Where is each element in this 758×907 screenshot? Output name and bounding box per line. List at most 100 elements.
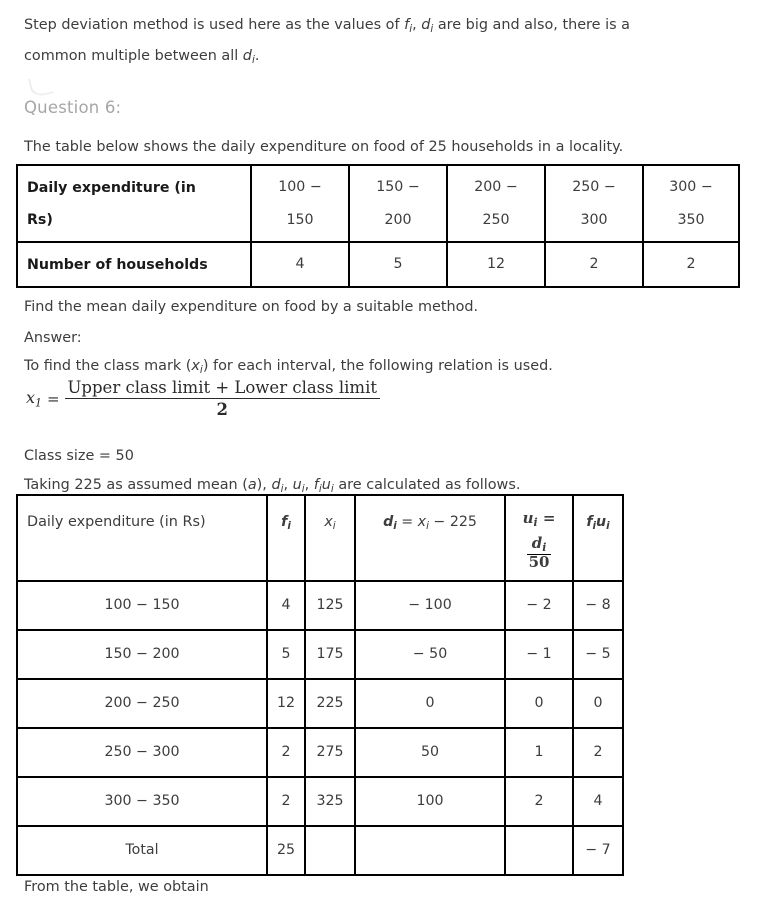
var-d-3: d xyxy=(271,477,281,493)
find-mean-instruction: Find the mean daily expenditure on food … xyxy=(24,299,479,315)
cell-households-0: 4 xyxy=(250,241,350,288)
cell-u: 1 xyxy=(504,727,574,778)
cell-u: − 1 xyxy=(504,629,574,680)
cell-interval: 300 − 350 xyxy=(16,776,268,827)
table-header-row: Daily expenditure (in Rs) fi xi di = xi … xyxy=(16,494,624,582)
header-interval: Daily expenditure (in Rs) xyxy=(16,494,268,582)
table-row: 300 − 350 2 325 100 2 4 xyxy=(16,776,624,827)
table-row: Number of households 4 5 12 2 2 xyxy=(16,241,740,288)
cell-interval-1: 150 − 200 xyxy=(348,164,448,243)
interval-3-lower: 300 xyxy=(580,211,608,228)
cell-f: 2 xyxy=(266,776,306,827)
cell-households-3: 2 xyxy=(544,241,644,288)
interval-4-lower: 350 xyxy=(677,211,705,228)
interval-3-upper: 250 − xyxy=(572,178,616,195)
interval-2-upper: 200 − xyxy=(474,178,518,195)
sep-2: , xyxy=(304,477,314,493)
formula-class-mark: x1 = Upper class limit + Lower class lim… xyxy=(26,378,380,420)
cell-x: 275 xyxy=(304,727,356,778)
header-u-expression: ui = di 50 xyxy=(522,509,556,571)
assumed-text-b: ), xyxy=(256,477,272,493)
header-u-denominator: 50 xyxy=(528,552,550,571)
class-mark-intro-b: ) for each interval, the following relat… xyxy=(202,358,553,374)
cell-f: 2 xyxy=(266,727,306,778)
cell-total-fu: − 7 xyxy=(572,825,624,876)
cell-fu: 4 xyxy=(572,776,624,827)
cell-interval-0: 100 − 150 xyxy=(250,164,350,243)
intro2-text-a: common multiple between all xyxy=(24,48,243,64)
interval-0-lower: 150 xyxy=(286,211,314,228)
interval-0-upper: 100 − xyxy=(278,178,322,195)
cell-total-f: 25 xyxy=(266,825,306,876)
table-daily-expenditure: Daily expenditure (in Rs) 100 − 150 150 −… xyxy=(16,164,740,288)
header-deviation: di = xi − 225 xyxy=(354,494,506,582)
cell-interval: 100 − 150 xyxy=(16,580,268,631)
table-row: 200 − 250 12 225 0 0 0 xyxy=(16,678,624,729)
cell-households-2: 12 xyxy=(446,241,546,288)
cell-households-1: 5 xyxy=(348,241,448,288)
footer-line: From the table, we obtain xyxy=(24,879,209,895)
cell-u: 0 xyxy=(504,678,574,729)
cell-f: 5 xyxy=(266,629,306,680)
cell-f: 4 xyxy=(266,580,306,631)
class-size-line: Class size = 50 xyxy=(24,448,134,464)
cell-u: − 2 xyxy=(504,580,574,631)
table-total-row: Total 25 − 7 xyxy=(16,825,624,876)
intro-text-c: are big and also, there is a xyxy=(433,17,630,33)
var-fu-u: u xyxy=(321,477,331,493)
cell-total-u xyxy=(504,825,574,876)
var-a: a xyxy=(247,477,257,493)
header-u-numerator: di xyxy=(526,535,552,555)
cell-interval: 150 − 200 xyxy=(16,629,268,680)
cell-d: 100 xyxy=(354,776,506,827)
formula-lhs: x1 xyxy=(26,388,42,410)
row-header-daily-expenditure: Daily expenditure (in Rs) xyxy=(16,164,252,243)
intro2-text-b: . xyxy=(254,48,260,64)
cell-x: 125 xyxy=(304,580,356,631)
cell-x: 225 xyxy=(304,678,356,729)
interval-1-upper: 150 − xyxy=(376,178,420,195)
cell-interval: 250 − 300 xyxy=(16,727,268,778)
header-class-mark: xi xyxy=(304,494,356,582)
intro-text-b: , xyxy=(412,17,422,33)
cell-interval-2: 200 − 250 xyxy=(446,164,546,243)
header-fu: fiui xyxy=(572,494,624,582)
cell-u: 2 xyxy=(504,776,574,827)
interval-4-upper: 300 − xyxy=(669,178,713,195)
cell-total-label: Total xyxy=(16,825,268,876)
intro-line-2: common multiple between all di. xyxy=(24,41,259,76)
var-x: x xyxy=(191,358,200,374)
cell-fu: − 8 xyxy=(572,580,624,631)
interval-1-lower: 200 xyxy=(384,211,412,228)
formula-denominator: 2 xyxy=(216,400,228,420)
class-mark-intro-a: To find the class mark ( xyxy=(24,358,192,374)
cell-fu: − 5 xyxy=(572,629,624,680)
decorative-stroke-icon xyxy=(27,73,55,99)
answer-label: Answer: xyxy=(24,330,82,346)
cell-total-x xyxy=(304,825,356,876)
table-row: Daily expenditure (in Rs) 100 − 150 150 −… xyxy=(16,164,740,243)
header-u-fraction: di 50 xyxy=(526,535,552,571)
cell-f: 12 xyxy=(266,678,306,729)
cell-interval-4: 300 − 350 xyxy=(642,164,740,243)
cell-total-d xyxy=(354,825,506,876)
question-label: Question 6: xyxy=(24,98,122,117)
header-frequency: fi xyxy=(266,494,306,582)
var-u: u xyxy=(292,477,302,493)
formula-numerator: Upper class limit + Lower class limit xyxy=(64,378,380,400)
sep-1: , xyxy=(283,477,293,493)
cell-x: 325 xyxy=(304,776,356,827)
assumed-text-a: Taking 225 as assumed mean ( xyxy=(24,477,248,493)
assumed-text-c: are calculated as follows. xyxy=(333,477,521,493)
table-step-deviation-calculation: Daily expenditure (in Rs) fi xi di = xi … xyxy=(16,494,624,876)
cell-x: 175 xyxy=(304,629,356,680)
interval-2-lower: 250 xyxy=(482,211,510,228)
formula-fraction: Upper class limit + Lower class limit 2 xyxy=(64,378,380,420)
cell-fu: 2 xyxy=(572,727,624,778)
cell-d: − 50 xyxy=(354,629,506,680)
cell-households-4: 2 xyxy=(642,241,740,288)
row-header-number-of-households: Number of households xyxy=(16,241,252,288)
cell-d: 50 xyxy=(354,727,506,778)
table-row: 250 − 300 2 275 50 1 2 xyxy=(16,727,624,778)
cell-d: − 100 xyxy=(354,580,506,631)
